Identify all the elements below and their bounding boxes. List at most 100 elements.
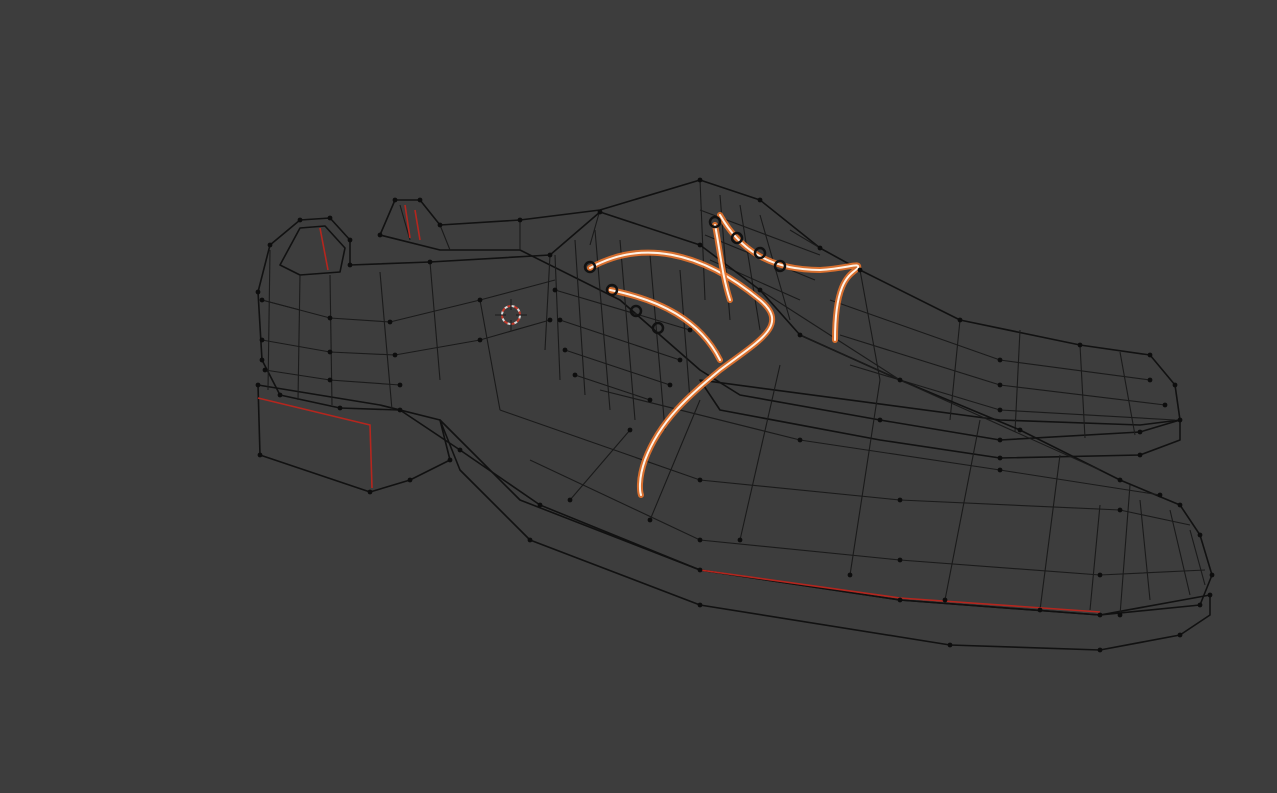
mesh-vertex[interactable] xyxy=(957,317,963,323)
mesh-vertex[interactable] xyxy=(259,297,265,303)
mesh-vertex[interactable] xyxy=(392,352,398,358)
mesh-vertex[interactable] xyxy=(1147,352,1153,358)
mesh-vertex[interactable] xyxy=(797,437,803,443)
mesh-vertex[interactable] xyxy=(255,382,261,388)
mesh-vertex[interactable] xyxy=(259,357,265,363)
mesh-vertex[interactable] xyxy=(277,392,283,398)
mesh-vertex[interactable] xyxy=(997,407,1003,413)
mesh-vertex[interactable] xyxy=(417,197,423,203)
mesh-vertex[interactable] xyxy=(477,337,483,343)
mesh-vertex[interactable] xyxy=(1177,502,1183,508)
mesh-vertex[interactable] xyxy=(797,332,803,338)
mesh-vertex[interactable] xyxy=(1137,429,1143,435)
mesh-vertex[interactable] xyxy=(697,477,703,483)
mesh-vertex[interactable] xyxy=(327,215,333,221)
mesh-vertex[interactable] xyxy=(547,317,553,323)
shoe-back[interactable] xyxy=(379,179,1181,459)
mesh-vertex[interactable] xyxy=(537,502,543,508)
mesh-vertex[interactable] xyxy=(997,467,1003,473)
mesh-vertex[interactable] xyxy=(697,537,703,543)
mesh-vertex[interactable] xyxy=(942,597,948,603)
mesh-vertex[interactable] xyxy=(1097,572,1103,578)
3d-cursor-icon[interactable] xyxy=(495,299,527,331)
mesh-vertex[interactable] xyxy=(757,197,763,203)
mesh-vertex[interactable] xyxy=(257,452,263,458)
mesh-vertex[interactable] xyxy=(997,357,1003,363)
mesh-vertex[interactable] xyxy=(737,537,743,543)
mesh-vertex[interactable] xyxy=(327,377,333,383)
mesh-vertex[interactable] xyxy=(377,232,383,238)
mesh-vertex[interactable] xyxy=(397,382,403,388)
mesh-vertex[interactable] xyxy=(552,287,558,293)
mesh-vertex[interactable] xyxy=(527,537,533,543)
mesh-vertex[interactable] xyxy=(947,642,953,648)
mesh-vertex[interactable] xyxy=(437,222,443,228)
mesh-vertex[interactable] xyxy=(697,602,703,608)
mesh-vertex[interactable] xyxy=(397,407,403,413)
mesh-vertex[interactable] xyxy=(1147,377,1153,383)
mesh-vertex[interactable] xyxy=(1037,607,1043,613)
laces[interactable] xyxy=(587,212,862,498)
mesh-vertex[interactable] xyxy=(667,382,673,388)
mesh-vertex[interactable] xyxy=(557,317,563,323)
mesh-vertex[interactable] xyxy=(847,572,853,578)
mesh-vertex[interactable] xyxy=(562,347,568,353)
mesh-vertex[interactable] xyxy=(1097,647,1103,653)
mesh-vertex[interactable] xyxy=(367,489,373,495)
mesh-vertex[interactable] xyxy=(1097,612,1103,618)
mesh-vertex[interactable] xyxy=(1207,592,1213,598)
mesh-vertex[interactable] xyxy=(297,217,303,223)
mesh-vertex[interactable] xyxy=(757,287,763,293)
mesh-vertex[interactable] xyxy=(897,377,903,383)
mesh-vertex[interactable] xyxy=(547,252,553,258)
mesh-vertex[interactable] xyxy=(407,477,413,483)
scene-canvas[interactable] xyxy=(0,0,1277,793)
mesh-vertex[interactable] xyxy=(347,262,353,268)
mesh-vertex[interactable] xyxy=(697,567,703,573)
mesh-vertex[interactable] xyxy=(477,297,483,303)
mesh-vertex[interactable] xyxy=(347,237,353,243)
mesh-vertex[interactable] xyxy=(897,557,903,563)
mesh-vertex[interactable] xyxy=(457,447,463,453)
mesh-vertex[interactable] xyxy=(267,242,273,248)
mesh-vertex[interactable] xyxy=(517,217,523,223)
mesh-vertex[interactable] xyxy=(1177,632,1183,638)
mesh-vertex[interactable] xyxy=(687,327,693,333)
mesh-vertex[interactable] xyxy=(567,497,573,503)
mesh-vertex[interactable] xyxy=(677,357,683,363)
mesh-vertex[interactable] xyxy=(1077,342,1083,348)
mesh-vertex[interactable] xyxy=(697,242,703,248)
mesh-vertex[interactable] xyxy=(1172,382,1178,388)
mesh-vertex[interactable] xyxy=(997,455,1003,461)
mesh-vertex[interactable] xyxy=(337,405,343,411)
mesh-vertex[interactable] xyxy=(857,267,863,273)
mesh-vertex[interactable] xyxy=(647,517,653,523)
mesh-vertex[interactable] xyxy=(647,397,653,403)
mesh-vertex[interactable] xyxy=(1017,427,1023,433)
3d-viewport[interactable] xyxy=(0,0,1277,793)
shoe-front[interactable] xyxy=(257,211,1213,651)
mesh-vertex[interactable] xyxy=(387,319,393,325)
mesh-vertex[interactable] xyxy=(997,382,1003,388)
mesh-vertex[interactable] xyxy=(259,337,265,343)
mesh-vertex[interactable] xyxy=(1209,572,1215,578)
mesh-vertex[interactable] xyxy=(897,597,903,603)
mesh-vertex[interactable] xyxy=(697,177,703,183)
mesh-vertex[interactable] xyxy=(997,437,1003,443)
mesh-vertex[interactable] xyxy=(817,245,823,251)
mesh-vertex[interactable] xyxy=(447,457,453,463)
mesh-vertex[interactable] xyxy=(1117,477,1123,483)
mesh-vertex[interactable] xyxy=(1137,452,1143,458)
mesh-vertex[interactable] xyxy=(877,417,883,423)
mesh-vertex[interactable] xyxy=(1177,417,1183,423)
mesh-vertex[interactable] xyxy=(897,497,903,503)
mesh-vertex[interactable] xyxy=(597,209,603,215)
mesh-vertex[interactable] xyxy=(1157,492,1163,498)
mesh-vertex[interactable] xyxy=(327,315,333,321)
mesh-vertex[interactable] xyxy=(1197,602,1203,608)
mesh-vertex[interactable] xyxy=(255,289,261,295)
mesh-vertex[interactable] xyxy=(262,367,268,373)
mesh-vertex[interactable] xyxy=(627,427,633,433)
mesh-vertex[interactable] xyxy=(427,259,433,265)
mesh-vertex[interactable] xyxy=(392,197,398,203)
